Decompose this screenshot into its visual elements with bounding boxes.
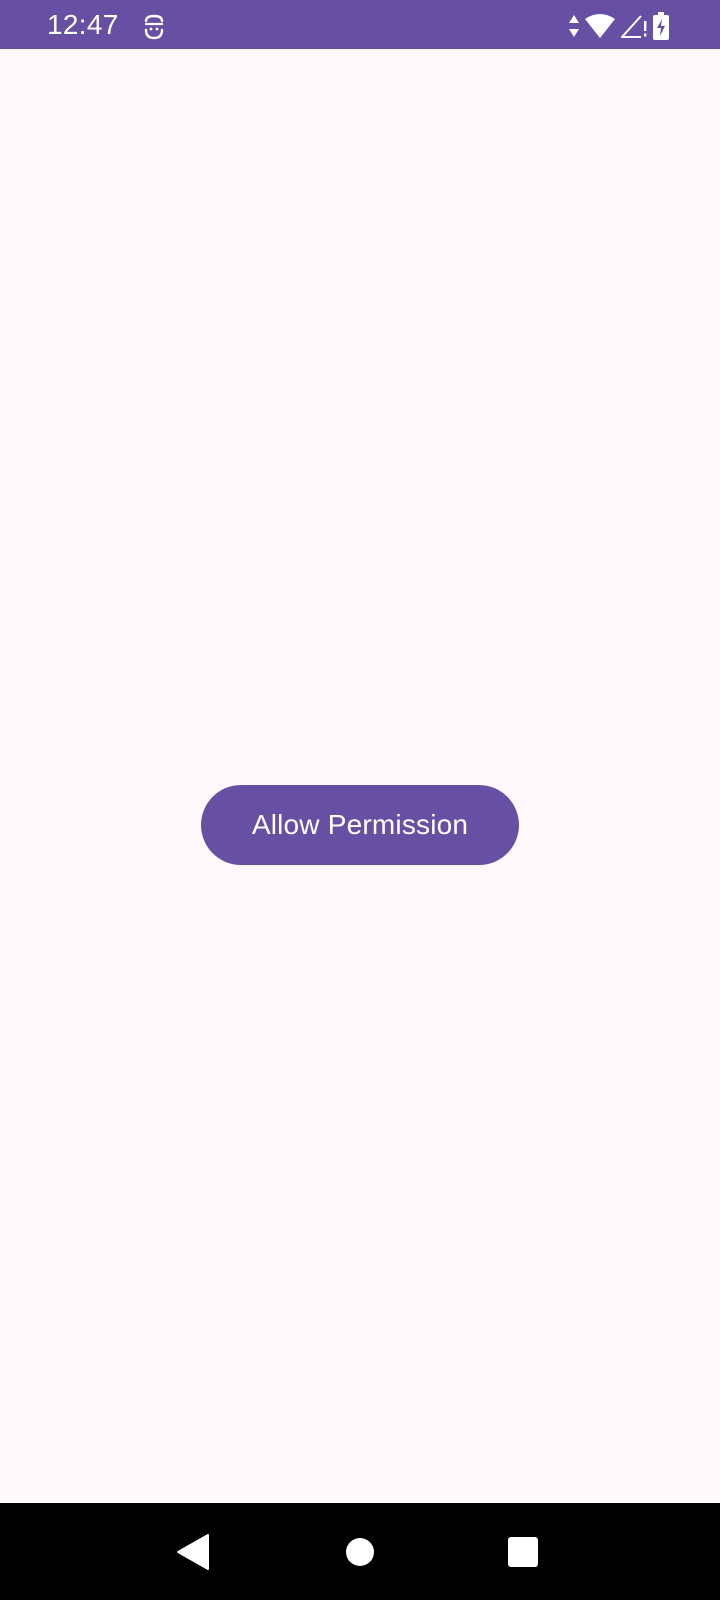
face-scan-icon bbox=[144, 14, 164, 40]
wifi-icon bbox=[585, 14, 615, 38]
battery-charging-icon bbox=[653, 12, 669, 40]
recents-icon[interactable] bbox=[502, 1531, 544, 1573]
status-bar: 12:47 bbox=[0, 0, 720, 49]
data-arrows-icon bbox=[569, 15, 579, 37]
back-icon[interactable] bbox=[172, 1531, 214, 1573]
status-icons bbox=[568, 12, 670, 40]
status-time: 12:47 bbox=[47, 9, 119, 40]
home-icon[interactable] bbox=[339, 1531, 381, 1573]
navigation-bar bbox=[0, 1503, 720, 1600]
allow-permission-button[interactable]: Allow Permission bbox=[201, 785, 519, 865]
signal-no-service-icon bbox=[621, 15, 647, 38]
main-content: Allow Permission bbox=[0, 49, 720, 1503]
